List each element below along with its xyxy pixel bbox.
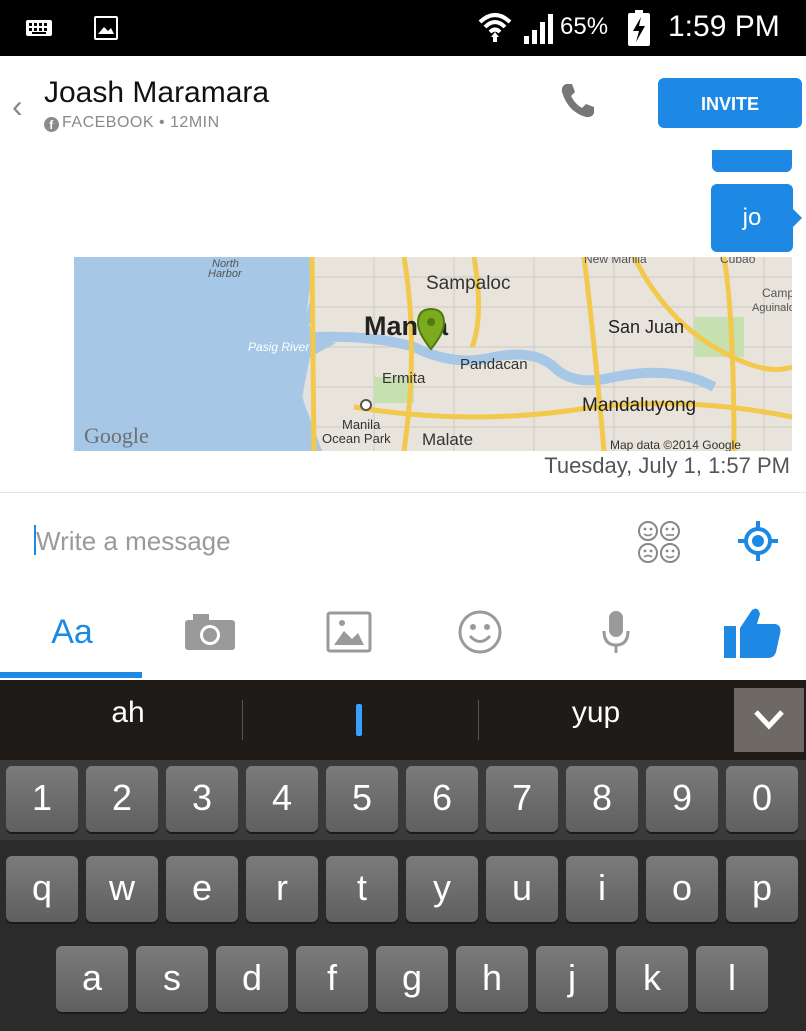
suggestion-divider bbox=[242, 700, 243, 740]
keyboard-icon bbox=[26, 20, 52, 36]
key-q[interactable]: q bbox=[6, 856, 78, 922]
contact-subtitle: f FACEBOOK • 12MIN bbox=[44, 114, 220, 132]
key-6[interactable]: 6 bbox=[406, 766, 478, 832]
svg-text:Harbor: Harbor bbox=[208, 268, 243, 280]
status-bar: 65% 1:59 PM bbox=[0, 0, 806, 56]
location-icon[interactable] bbox=[738, 521, 778, 561]
battery-percent: 65% bbox=[560, 13, 609, 40]
key-2[interactable]: 2 bbox=[86, 766, 158, 832]
subtitle-text: FACEBOOK • 12MIN bbox=[62, 114, 220, 131]
number-row: 1 2 3 4 5 6 7 8 9 0 bbox=[0, 760, 806, 840]
key-d[interactable]: d bbox=[216, 946, 288, 1012]
back-chevron-icon[interactable]: ‹ bbox=[12, 88, 23, 125]
key-r[interactable]: r bbox=[246, 856, 318, 922]
letter-row-1: q w e r t y u i o p bbox=[0, 850, 806, 930]
key-h[interactable]: h bbox=[456, 946, 528, 1012]
gallery-icon bbox=[326, 611, 372, 653]
svg-text:Ocean Park: Ocean Park bbox=[322, 431, 391, 446]
svg-text:Mandaluyong: Mandaluyong bbox=[582, 395, 696, 416]
microphone-icon bbox=[602, 611, 630, 653]
tab-like[interactable] bbox=[702, 588, 802, 676]
message-bubble[interactable]: jo bbox=[711, 184, 802, 252]
svg-text:Cubao: Cubao bbox=[720, 257, 756, 266]
map-attachment[interactable]: North Harbor Sampaloc New Manila Cubao C… bbox=[74, 257, 792, 451]
svg-text:Sampaloc: Sampaloc bbox=[426, 273, 511, 294]
phone-icon[interactable] bbox=[556, 78, 600, 122]
key-5[interactable]: 5 bbox=[326, 766, 398, 832]
wifi-icon bbox=[478, 13, 512, 42]
signal-icon bbox=[524, 14, 553, 44]
message-input[interactable] bbox=[36, 521, 556, 561]
key-1[interactable]: 1 bbox=[6, 766, 78, 832]
key-l[interactable]: l bbox=[696, 946, 768, 1012]
key-o[interactable]: o bbox=[646, 856, 718, 922]
key-7[interactable]: 7 bbox=[486, 766, 558, 832]
suggestion-divider bbox=[478, 700, 479, 740]
key-0[interactable]: 0 bbox=[726, 766, 798, 832]
stickers-icon[interactable] bbox=[636, 519, 682, 565]
svg-text:Google: Google bbox=[84, 423, 149, 448]
key-g[interactable]: g bbox=[376, 946, 448, 1012]
camera-icon bbox=[185, 614, 235, 650]
key-4[interactable]: 4 bbox=[246, 766, 318, 832]
key-w[interactable]: w bbox=[86, 856, 158, 922]
svg-text:Map data ©2014 Google: Map data ©2014 Google bbox=[610, 438, 741, 451]
keyboard-collapse-button[interactable] bbox=[734, 688, 804, 752]
key-3[interactable]: 3 bbox=[166, 766, 238, 832]
svg-text:Malate: Malate bbox=[422, 430, 473, 449]
suggestion-strip: ah yup bbox=[0, 680, 806, 760]
compose-bar bbox=[0, 492, 806, 589]
conversation-header: ‹ Joash Maramara f FACEBOOK • 12MIN INVIT… bbox=[0, 56, 806, 151]
suggestion-1[interactable]: ah bbox=[28, 696, 228, 730]
active-tab-indicator bbox=[0, 672, 142, 678]
contact-name[interactable]: Joash Maramara bbox=[44, 76, 269, 110]
suggestion-2[interactable] bbox=[356, 704, 362, 736]
key-e[interactable]: e bbox=[166, 856, 238, 922]
svg-text:Manila: Manila bbox=[342, 417, 381, 432]
image-icon bbox=[94, 16, 118, 40]
composer-tabs: Aa bbox=[0, 588, 806, 680]
key-s[interactable]: s bbox=[136, 946, 208, 1012]
tab-text[interactable]: Aa bbox=[22, 588, 122, 676]
chevron-down-icon bbox=[754, 710, 784, 730]
message-bubble-previous[interactable] bbox=[712, 150, 792, 172]
key-u[interactable]: u bbox=[486, 856, 558, 922]
soft-keyboard: ah yup 1 2 3 4 5 6 7 8 9 0 q w e r t y u… bbox=[0, 680, 806, 1031]
tab-camera[interactable] bbox=[160, 588, 260, 676]
emoji-icon bbox=[458, 610, 502, 654]
key-k[interactable]: k bbox=[616, 946, 688, 1012]
suggestion-3[interactable]: yup bbox=[496, 696, 696, 730]
message-thread[interactable]: jo North Harbor Sampaloc New Manila Cuba… bbox=[0, 150, 806, 492]
svg-text:Pasig River: Pasig River bbox=[248, 340, 310, 354]
facebook-icon: f bbox=[44, 117, 59, 132]
key-a[interactable]: a bbox=[56, 946, 128, 1012]
key-y[interactable]: y bbox=[406, 856, 478, 922]
key-t[interactable]: t bbox=[326, 856, 398, 922]
svg-text:Aguinaldo: Aguinaldo bbox=[752, 302, 792, 314]
svg-text:San Juan: San Juan bbox=[608, 317, 684, 337]
battery-charging-icon bbox=[628, 10, 650, 46]
svg-text:Ermita: Ermita bbox=[382, 370, 426, 387]
invite-button[interactable]: INVITE bbox=[658, 78, 802, 128]
key-i[interactable]: i bbox=[566, 856, 638, 922]
key-9[interactable]: 9 bbox=[646, 766, 718, 832]
key-f[interactable]: f bbox=[296, 946, 368, 1012]
svg-text:New Manila: New Manila bbox=[584, 257, 647, 266]
tab-emoji[interactable] bbox=[430, 588, 530, 676]
message-timestamp: Tuesday, July 1, 1:57 PM bbox=[544, 453, 790, 478]
tab-gallery[interactable] bbox=[299, 588, 399, 676]
svg-text:Pandacan: Pandacan bbox=[460, 356, 528, 373]
letter-row-2: a s d f g h j k l bbox=[0, 940, 806, 1020]
clock: 1:59 PM bbox=[668, 10, 780, 43]
key-8[interactable]: 8 bbox=[566, 766, 638, 832]
thumbs-up-icon bbox=[724, 608, 781, 658]
key-p[interactable]: p bbox=[726, 856, 798, 922]
text-tab-label: Aa bbox=[51, 612, 93, 651]
tab-voice[interactable] bbox=[566, 588, 666, 676]
svg-text:Camp: Camp bbox=[762, 286, 792, 300]
key-j[interactable]: j bbox=[536, 946, 608, 1012]
